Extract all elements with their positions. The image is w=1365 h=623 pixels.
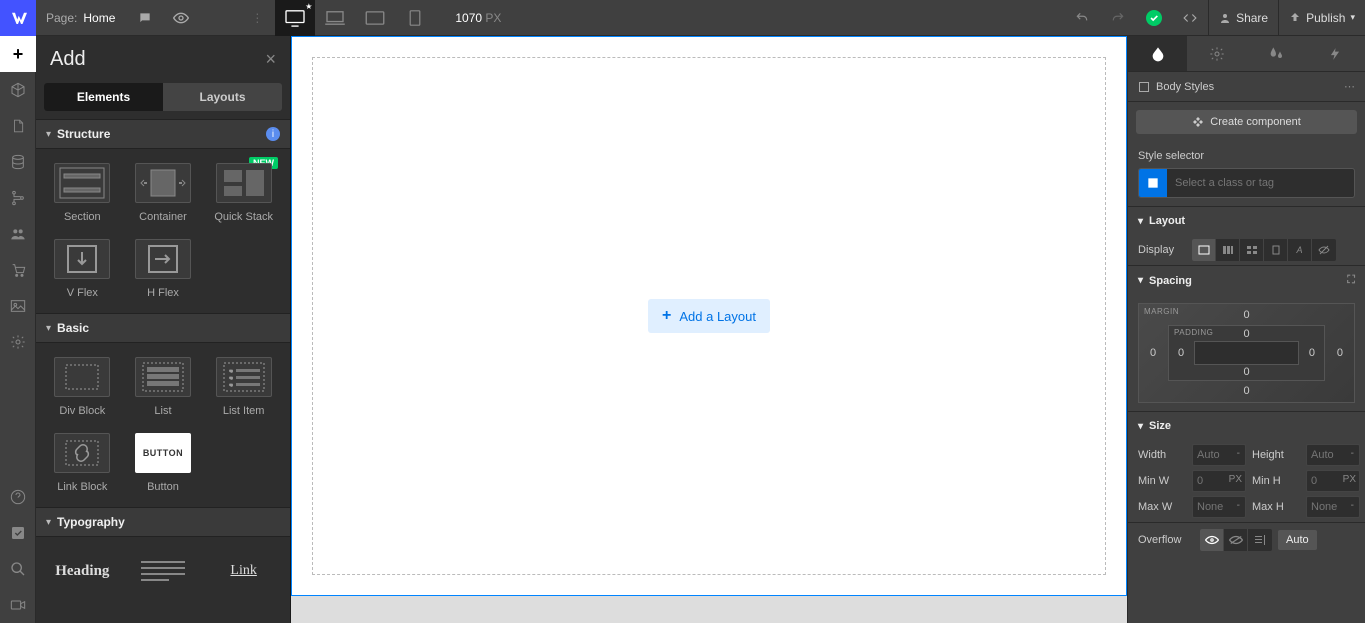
close-icon[interactable]: × (265, 49, 276, 70)
redo-icon[interactable] (1100, 0, 1136, 36)
page-label: Page: (36, 11, 83, 25)
tab-elements[interactable]: Elements (44, 83, 163, 111)
margin-top[interactable]: 0 (1243, 309, 1249, 321)
create-component-button[interactable]: Create component (1136, 110, 1357, 134)
padding-right[interactable]: 0 (1309, 347, 1315, 359)
margin-left[interactable]: 0 (1150, 347, 1156, 359)
element-heading[interactable]: Heading (42, 543, 123, 607)
height-label: Height (1252, 449, 1300, 461)
section-typography[interactable]: ▾ Typography (36, 507, 290, 537)
padding-top[interactable]: 0 (1243, 328, 1249, 340)
display-block[interactable] (1192, 239, 1216, 261)
element-link[interactable]: Link (203, 543, 284, 607)
overflow-hidden[interactable] (1224, 529, 1248, 551)
section-basic[interactable]: ▾ Basic (36, 313, 290, 343)
assets-icon[interactable] (0, 288, 36, 324)
preview-icon[interactable] (163, 0, 199, 36)
maxh-label: Max H (1252, 501, 1300, 513)
interactions-tab[interactable] (1247, 36, 1306, 71)
margin-label: MARGIN (1144, 307, 1179, 316)
element-container[interactable]: Container (123, 155, 204, 231)
info-icon[interactable]: i (266, 127, 280, 141)
padding-bottom[interactable]: 0 (1243, 366, 1249, 378)
add-tab[interactable]: + (0, 36, 36, 72)
overflow-auto[interactable]: Auto (1278, 530, 1317, 550)
padding-left[interactable]: 0 (1178, 347, 1184, 359)
tab-layouts[interactable]: Layouts (163, 83, 282, 111)
pages-icon[interactable] (0, 108, 36, 144)
minw-label: Min W (1138, 475, 1186, 487)
code-icon[interactable] (1172, 0, 1208, 36)
element-v-flex[interactable]: V Flex (42, 231, 123, 307)
display-inline-block[interactable] (1264, 239, 1288, 261)
help-icon[interactable] (0, 479, 36, 515)
plus-icon: + (662, 307, 671, 325)
element-list-item[interactable]: List Item (203, 349, 284, 425)
element-button[interactable]: BUTTON Button (123, 425, 204, 501)
width-label: Width (1138, 449, 1186, 461)
display-label: Display (1138, 244, 1186, 256)
element-link-block[interactable]: Link Block (42, 425, 123, 501)
cms-icon[interactable] (0, 144, 36, 180)
share-button[interactable]: Share (1208, 0, 1278, 36)
spacing-section[interactable]: ▾Spacing⛶ (1128, 266, 1365, 295)
caret-down-icon: ▾ (46, 323, 51, 334)
audit-icon[interactable] (0, 515, 36, 551)
margin-bottom[interactable]: 0 (1243, 385, 1249, 397)
size-section[interactable]: ▾Size (1128, 412, 1365, 440)
maxw-label: Max W (1138, 501, 1186, 513)
padding-label: PADDING (1174, 328, 1213, 337)
layout-section[interactable]: ▾Layout (1128, 207, 1365, 235)
style-tab[interactable] (1128, 36, 1187, 71)
display-none[interactable] (1312, 239, 1336, 261)
caret-down-icon: ▾ (46, 517, 51, 528)
caret-down-icon: ▾ (46, 129, 51, 140)
margin-right[interactable]: 0 (1337, 347, 1343, 359)
section-structure[interactable]: ▾ Structure i (36, 119, 290, 149)
ecommerce-icon[interactable] (0, 252, 36, 288)
effects-tab[interactable] (1306, 36, 1365, 71)
desktop-device[interactable]: ★ (275, 0, 315, 36)
element-list[interactable]: List (123, 349, 204, 425)
publish-button[interactable]: Publish ▾ (1278, 0, 1365, 36)
mobile-device[interactable] (395, 0, 435, 36)
webflow-logo[interactable] (0, 0, 36, 36)
laptop-device[interactable] (315, 0, 355, 36)
style-selector-label: Style selector (1138, 150, 1355, 162)
menu-dots-icon[interactable]: ⋮ (239, 0, 275, 36)
display-inline[interactable]: A (1288, 239, 1312, 261)
minh-label: Min H (1252, 475, 1300, 487)
overflow-visible[interactable] (1200, 529, 1224, 551)
tablet-device[interactable] (355, 0, 395, 36)
add-panel-title: Add (50, 48, 265, 71)
settings-icon[interactable] (0, 324, 36, 360)
selector-label: Body Styles (1156, 81, 1214, 93)
display-flex[interactable] (1216, 239, 1240, 261)
element-section[interactable]: Section (42, 155, 123, 231)
canvas-width: 1070 PX (435, 11, 521, 25)
style-selector-input[interactable] (1138, 168, 1355, 198)
element-quick-stack[interactable]: NEW Quick Stack (203, 155, 284, 231)
video-icon[interactable] (0, 587, 36, 623)
page-name[interactable]: Home (83, 11, 127, 25)
element-h-flex[interactable]: H Flex (123, 231, 204, 307)
comments-icon[interactable] (127, 0, 163, 36)
more-icon[interactable]: ⋯ (1344, 80, 1355, 93)
expand-icon[interactable]: ⛶ (1347, 274, 1355, 287)
display-grid[interactable] (1240, 239, 1264, 261)
cube-icon[interactable] (0, 72, 36, 108)
canvas-body[interactable]: + Add a Layout (291, 36, 1127, 596)
undo-icon[interactable] (1064, 0, 1100, 36)
overflow-label: Overflow (1138, 534, 1194, 546)
settings-tab[interactable] (1187, 36, 1246, 71)
search-icon[interactable] (0, 551, 36, 587)
selector-icon (1139, 169, 1167, 197)
add-layout-button[interactable]: + Add a Layout (648, 299, 770, 333)
status-ok-icon[interactable] (1146, 10, 1162, 26)
element-paragraph[interactable] (123, 543, 204, 607)
overflow-scroll[interactable] (1248, 529, 1272, 551)
users-icon[interactable] (0, 216, 36, 252)
element-div-block[interactable]: Div Block (42, 349, 123, 425)
navigator-icon[interactable] (0, 180, 36, 216)
